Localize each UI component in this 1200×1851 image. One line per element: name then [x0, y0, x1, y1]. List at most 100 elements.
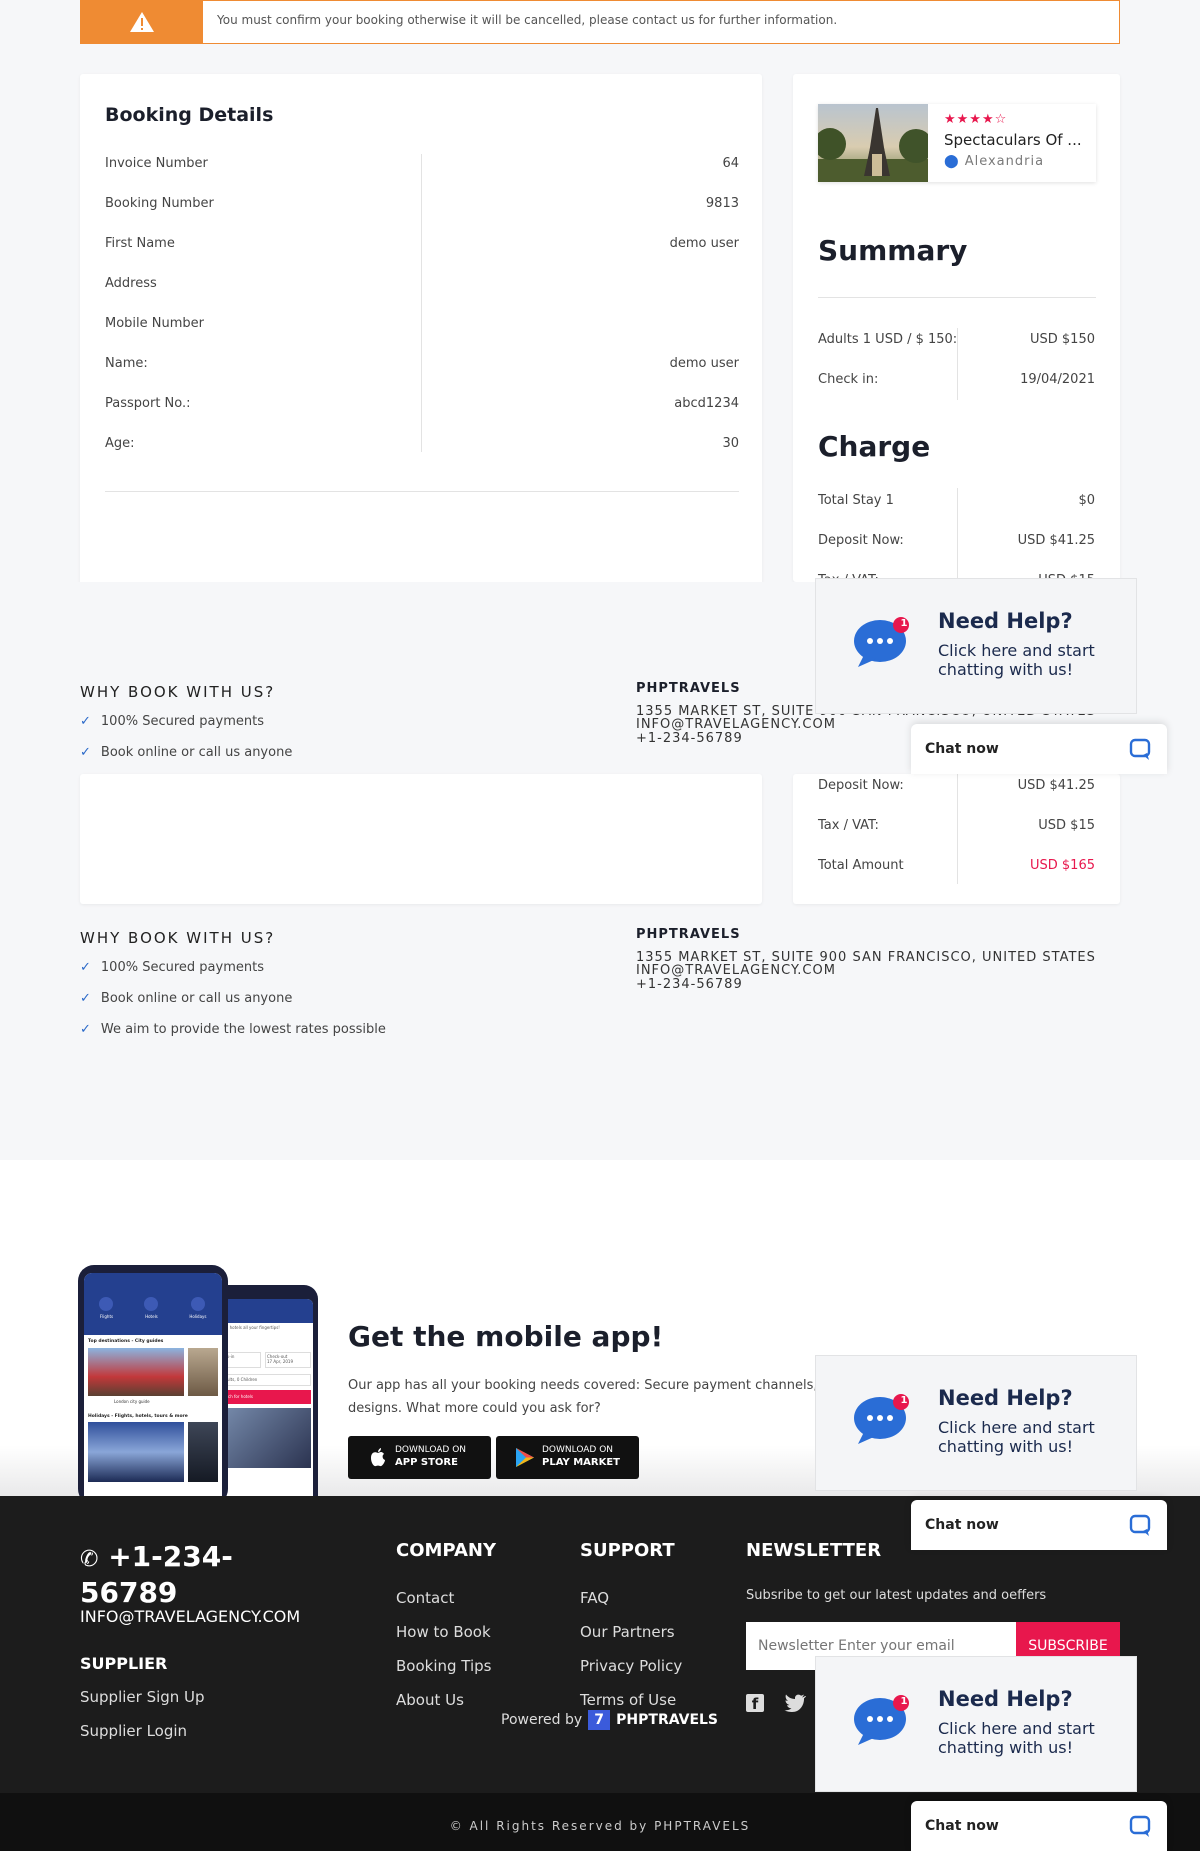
why-item: ✓ Book online or call us anyone [80, 991, 292, 1006]
tour-name[interactable]: Spectaculars Of ... [944, 131, 1082, 149]
summary-card-lower [793, 774, 1120, 904]
charge-value: USD $15 [1038, 818, 1095, 833]
app-store-button[interactable]: DOWNLOAD ON APP STORE [348, 1436, 491, 1479]
notification-badge: 1 [900, 1395, 908, 1406]
rating-stars: ★★★★☆ [944, 112, 1008, 127]
guests-field: 2 Adults, 0 Children [215, 1374, 311, 1386]
booking-field-value: demo user [669, 356, 739, 371]
app-title: Get the mobile app! [348, 1320, 664, 1353]
chat-icon [1129, 1514, 1151, 1536]
why-item-text: We aim to provide the lowest rates possi… [100, 1022, 386, 1037]
chat-icon [1129, 1815, 1151, 1837]
need-help-title: Need Help? [938, 1687, 1073, 1711]
footer-link-privacy[interactable]: Privacy Policy [580, 1657, 682, 1675]
play-icon [516, 1448, 534, 1467]
booking-field-label: Passport No.: [105, 396, 191, 411]
need-help-widget[interactable]: 1 Need Help? Click here and start chatti… [815, 1355, 1137, 1491]
newsletter-text: Subsribe to get our latest updates and o… [746, 1588, 1047, 1603]
company-email: INFO@TRAVELAGENCY.COM [636, 717, 836, 732]
newsletter-title: NEWSLETTER [746, 1540, 882, 1561]
phone-tab: Hotels [145, 1314, 158, 1319]
booking-field-value: 9813 [705, 196, 739, 211]
charge-label: Tax / VAT: [818, 818, 879, 833]
footer-link-booking-tips[interactable]: Booking Tips [396, 1657, 492, 1675]
checkout-date: 17 Apr, 2019 [267, 1359, 294, 1364]
charge-label: Total Amount [818, 858, 904, 873]
map-pin-icon: ⬤ [944, 154, 960, 169]
why-item-text: Book online or call us anyone [100, 991, 293, 1006]
why-book-title: WHY BOOK WITH US? [80, 929, 276, 947]
phone-mockup: million hotels all your fingertips! Chec… [78, 1265, 318, 1496]
check-icon: ✓ [80, 991, 91, 1006]
footer-link-partners[interactable]: Our Partners [580, 1623, 675, 1641]
charge-label: Deposit Now: [818, 533, 904, 548]
footer-link-how-to-book[interactable]: How to Book [396, 1623, 491, 1641]
booking-details-card-lower [80, 774, 762, 904]
phone-search-button: Search for hotels [215, 1390, 311, 1404]
why-item: ✓ Book online or call us anyone [80, 745, 292, 760]
booking-field-label: Mobile Number [105, 316, 204, 331]
phone-section-title: Top destinations - City guides [88, 1339, 164, 1344]
app-description-2: designs. What more could you ask for? [348, 1401, 601, 1416]
powered-by[interactable]: Powered by 7 PHPTRAVELS [501, 1710, 718, 1730]
need-help-widget[interactable]: 1 Need Help? Click here and start chatti… [815, 578, 1137, 714]
company-name: PHPTRAVELS [636, 681, 741, 696]
company-title: COMPANY [396, 1540, 496, 1561]
check-icon: ✓ [80, 1022, 91, 1037]
supplier-login-link[interactable]: Supplier Login [80, 1722, 187, 1740]
footer-phone-number: +1-234-56789 [80, 1540, 233, 1609]
need-help-widget[interactable]: 1 Need Help? Click here and start chatti… [815, 1656, 1137, 1792]
footer-link-contact[interactable]: Contact [396, 1589, 454, 1607]
check-icon: ✓ [80, 745, 91, 760]
divider [957, 488, 958, 582]
booking-field-label: Booking Number [105, 196, 214, 211]
total-amount-value: USD $165 [1030, 858, 1095, 873]
booking-details-title: Booking Details [105, 104, 274, 126]
notification-badge: 1 [900, 1696, 908, 1707]
phone-icon: ✆ [80, 1547, 99, 1572]
need-help-text: Click here and start chatting with us! [938, 641, 1095, 679]
brand-logo-icon: 7 [588, 1710, 611, 1730]
company-name: PHPTRAVELS [636, 927, 741, 942]
powered-brand: PHPTRAVELS [616, 1712, 719, 1728]
booking-field-value: 64 [722, 156, 739, 171]
app-store-top: DOWNLOAD ON [395, 1445, 467, 1455]
footer-link-terms[interactable]: Terms of Use [580, 1691, 676, 1709]
phone-form-label: million hotels all your fingertips! [215, 1325, 280, 1330]
need-help-title: Need Help? [938, 609, 1073, 633]
summary-label: Adults 1 USD / $ 150: [818, 332, 958, 347]
charge-title: Charge [818, 430, 931, 463]
booking-field-label: First Name [105, 236, 175, 251]
chat-now-button[interactable]: Chat now [911, 1801, 1167, 1851]
supplier-signup-link[interactable]: Supplier Sign Up [80, 1688, 205, 1706]
tour-card[interactable]: ★★★★☆ Spectaculars Of ... ⬤ Alexandria [818, 104, 1096, 182]
phone-card-title: London city guide [114, 1399, 150, 1404]
play-market-button[interactable]: DOWNLOAD ON PLAY MARKET [496, 1436, 639, 1479]
divider [818, 297, 1096, 298]
facebook-icon[interactable]: f [746, 1694, 764, 1713]
chat-now-label: Chat now [925, 741, 999, 757]
chat-now-button[interactable]: Chat now [911, 724, 1167, 774]
why-item: ✓ 100% Secured payments [80, 714, 264, 729]
booking-field-value: abcd1234 [674, 396, 739, 411]
summary-value: USD $150 [1030, 332, 1095, 347]
divider [105, 491, 739, 492]
chat-now-button[interactable]: Chat now [911, 1500, 1167, 1550]
play-market-top: DOWNLOAD ON [542, 1445, 614, 1455]
booking-field-value: demo user [669, 236, 739, 251]
check-icon: ✓ [80, 714, 91, 729]
play-market-bottom: PLAY MARKET [542, 1457, 620, 1468]
company-email: INFO@TRAVELAGENCY.COM [636, 963, 836, 978]
app-description: Our app has all your booking needs cover… [348, 1378, 830, 1393]
summary-value: 19/04/2021 [1020, 372, 1095, 387]
summary-title: Summary [818, 234, 968, 267]
need-help-text: Click here and start chatting with us! [938, 1418, 1095, 1456]
footer-email[interactable]: INFO@TRAVELAGENCY.COM [80, 1607, 300, 1626]
booking-alert: You must confirm your booking otherwise … [80, 0, 1120, 44]
footer-link-faq[interactable]: FAQ [580, 1589, 609, 1607]
powered-label: Powered by [501, 1712, 583, 1728]
twitter-icon[interactable] [784, 1694, 806, 1712]
company-phone: +1-234-56789 [636, 977, 743, 992]
footer-phone[interactable]: ✆ +1-234-56789 [80, 1540, 280, 1609]
footer-link-about-us[interactable]: About Us [396, 1691, 464, 1709]
